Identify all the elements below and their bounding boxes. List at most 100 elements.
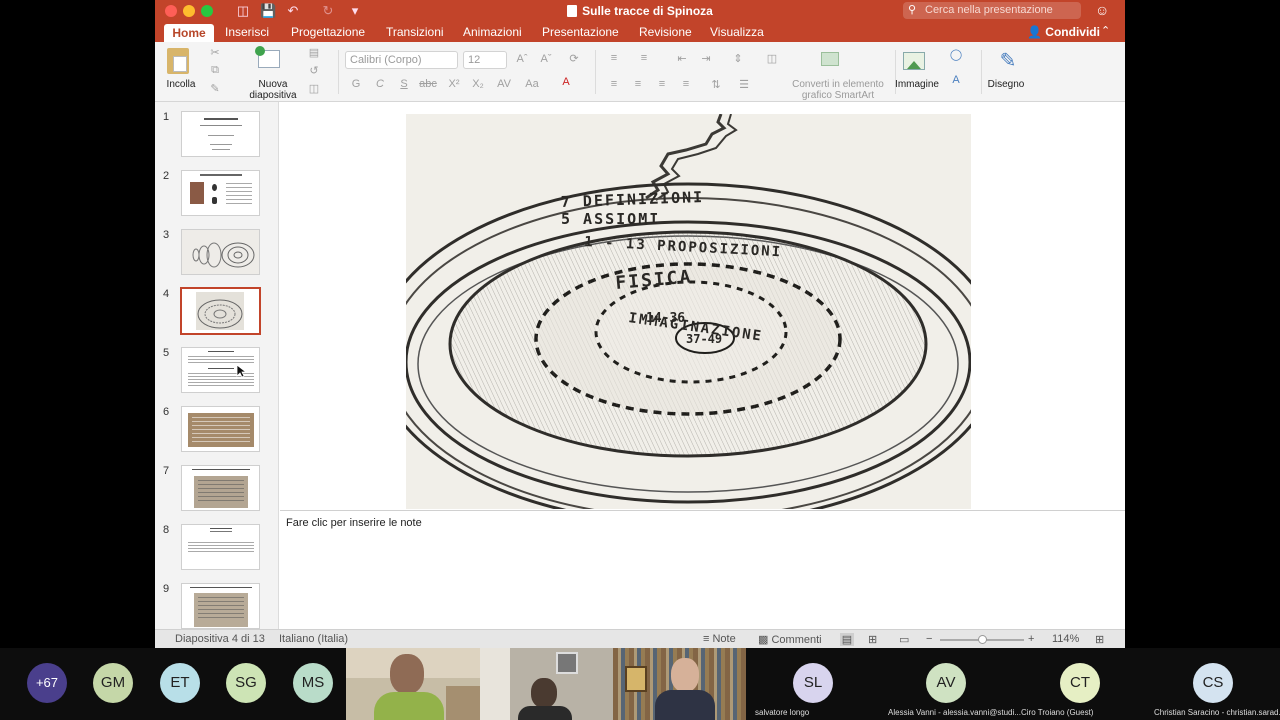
participant-avatar[interactable]: GM (93, 663, 133, 703)
thumb-line (204, 118, 238, 120)
cut-icon[interactable]: ✂ (206, 46, 224, 59)
format-painter-icon[interactable]: ✎ (206, 82, 224, 95)
increase-indent-icon[interactable]: ⇥ (697, 52, 715, 65)
share-button[interactable]: 👤 Condividi (1027, 25, 1100, 39)
slide-thumbnail-5[interactable] (181, 347, 260, 393)
tab-revisione[interactable]: Revisione (639, 25, 692, 39)
participant-avatar[interactable]: AV (926, 663, 966, 703)
participant-avatar[interactable]: MS (293, 663, 333, 703)
zoom-in-icon[interactable]: + (1028, 633, 1034, 645)
video-person-body (518, 706, 572, 720)
font-size-select[interactable]: 12 (463, 51, 507, 69)
thumb-line (208, 135, 234, 136)
slide-thumbnail-1[interactable] (181, 111, 260, 157)
draw-pen-icon[interactable]: ✎ (995, 48, 1021, 73)
reset-slide-icon[interactable]: ↺ (305, 64, 323, 77)
participant-avatar[interactable]: SL (793, 663, 833, 703)
paste-label[interactable]: Incolla (163, 79, 199, 90)
slide-thumbnail-3[interactable] (181, 229, 260, 275)
language-indicator[interactable]: Italiano (Italia) (279, 633, 348, 645)
layout-icon[interactable]: ▤ (305, 46, 323, 59)
tab-animazioni[interactable]: Animazioni (463, 25, 522, 39)
slide-thumbnail-8[interactable] (181, 524, 260, 570)
more-participants-badge[interactable]: +67 (27, 663, 67, 703)
new-slide-icon[interactable] (255, 46, 280, 68)
superscript-button[interactable]: X² (445, 78, 463, 90)
text-box-icon[interactable]: A (947, 74, 965, 86)
smartart-icon[interactable] (821, 52, 839, 66)
character-spacing-icon[interactable]: AV (495, 78, 513, 90)
comments-toggle-button[interactable]: ▩ Commenti (758, 633, 822, 646)
italic-button[interactable]: C (371, 78, 389, 90)
zoom-level[interactable]: 114% (1052, 633, 1079, 645)
search-input[interactable]: ⚲ Cerca nella presentazione (903, 2, 1081, 19)
zoom-slider-thumb[interactable] (978, 635, 987, 644)
decrease-font-icon[interactable]: Aˇ (537, 53, 555, 65)
notes-divider[interactable] (280, 510, 1125, 511)
font-name-select[interactable]: Calibri (Corpo) (345, 51, 458, 69)
numbering-icon[interactable]: ≡ (635, 52, 653, 64)
text-direction-icon[interactable]: ⇅ (707, 78, 725, 91)
participant-video[interactable] (613, 648, 746, 720)
draw-label[interactable]: Disegno (983, 79, 1029, 90)
fit-to-window-icon[interactable]: ⊞ (1095, 633, 1104, 646)
section-icon[interactable]: ◫ (305, 82, 323, 95)
shapes-icon[interactable]: ◯ (947, 48, 965, 61)
slide-sorter-icon[interactable]: ⊞ (868, 633, 877, 646)
participant-avatar[interactable]: SG (226, 663, 266, 703)
copy-icon[interactable]: ⧉ (206, 64, 224, 77)
collapse-ribbon-icon[interactable]: ⌃ (1101, 24, 1110, 37)
normal-view-icon[interactable]: ▤ (840, 633, 854, 646)
tab-transizioni[interactable]: Transizioni (386, 25, 444, 39)
participant-video[interactable] (480, 648, 613, 720)
change-case-icon[interactable]: Aa (523, 78, 541, 90)
notes-placeholder[interactable]: Fare clic per inserire le note (286, 517, 422, 529)
tab-presentazione[interactable]: Presentazione (542, 25, 619, 39)
slide-thumbnail-2[interactable] (181, 170, 260, 216)
decrease-indent-icon[interactable]: ⇤ (673, 52, 691, 65)
tab-home[interactable]: Home (164, 24, 214, 42)
bullets-icon[interactable]: ≡ (605, 52, 623, 64)
picture-label[interactable]: Immagine (893, 79, 941, 90)
tab-progettazione[interactable]: Progettazione (291, 25, 365, 39)
slide-thumbnail-4[interactable] (180, 287, 261, 335)
font-color-icon[interactable]: A (557, 76, 575, 88)
tab-inserisci[interactable]: Inserisci (225, 25, 269, 39)
feedback-smiley-icon[interactable]: ☺ (1095, 2, 1109, 18)
align-center-icon[interactable]: ≡ (629, 78, 647, 90)
current-slide-canvas[interactable]: 7 DEFINIZIONI 5 ASSIOMI 1 - 13 PROPOSIZI… (406, 114, 971, 509)
picture-icon[interactable] (903, 52, 925, 70)
line-spacing-icon[interactable]: ⇕ (729, 52, 747, 65)
participant-video[interactable] (346, 648, 480, 720)
bold-button[interactable]: G (347, 78, 365, 90)
slide-thumbnail-9[interactable] (181, 583, 260, 629)
increase-font-icon[interactable]: Aˆ (513, 53, 531, 65)
new-slide-label[interactable]: Nuova diapositiva (243, 79, 303, 101)
underline-button[interactable]: S (395, 78, 413, 90)
participant-avatar[interactable]: CT (1060, 663, 1100, 703)
columns-icon[interactable]: ◫ (763, 52, 781, 65)
tab-visualizza[interactable]: Visualizza (710, 25, 764, 39)
align-text-icon[interactable]: ☰ (735, 78, 753, 91)
participant-avatar[interactable]: ET (160, 663, 200, 703)
smartart-label[interactable]: Converti in elemento grafico SmartArt (783, 79, 893, 101)
clear-formatting-icon[interactable]: ⟳ (565, 52, 583, 65)
thumb-text-lines (198, 480, 244, 481)
mouse-pointer-icon (236, 364, 246, 378)
zoom-slider[interactable] (940, 635, 1024, 644)
strikethrough-button[interactable]: abc (419, 78, 437, 90)
justify-icon[interactable]: ≡ (677, 78, 695, 90)
zoom-out-icon[interactable]: − (926, 633, 932, 645)
participant-avatar[interactable]: CS (1193, 663, 1233, 703)
notes-toggle-button[interactable]: ≡ Note (703, 633, 736, 645)
ribbon-home: ✂ ⧉ ✎ Incolla ▤ ↺ ◫ Nuova diapositiva Ca… (155, 42, 1125, 102)
thumb-line (200, 125, 242, 126)
align-right-icon[interactable]: ≡ (653, 78, 671, 90)
thumb-line (210, 528, 232, 529)
slideshow-view-icon[interactable]: ▭ (899, 633, 909, 646)
slide-thumbnail-6[interactable] (181, 406, 260, 452)
align-left-icon[interactable]: ≡ (605, 78, 623, 90)
subscript-button[interactable]: X₂ (469, 78, 487, 90)
slide-thumbnail-7[interactable] (181, 465, 260, 511)
paste-icon[interactable] (167, 48, 189, 74)
